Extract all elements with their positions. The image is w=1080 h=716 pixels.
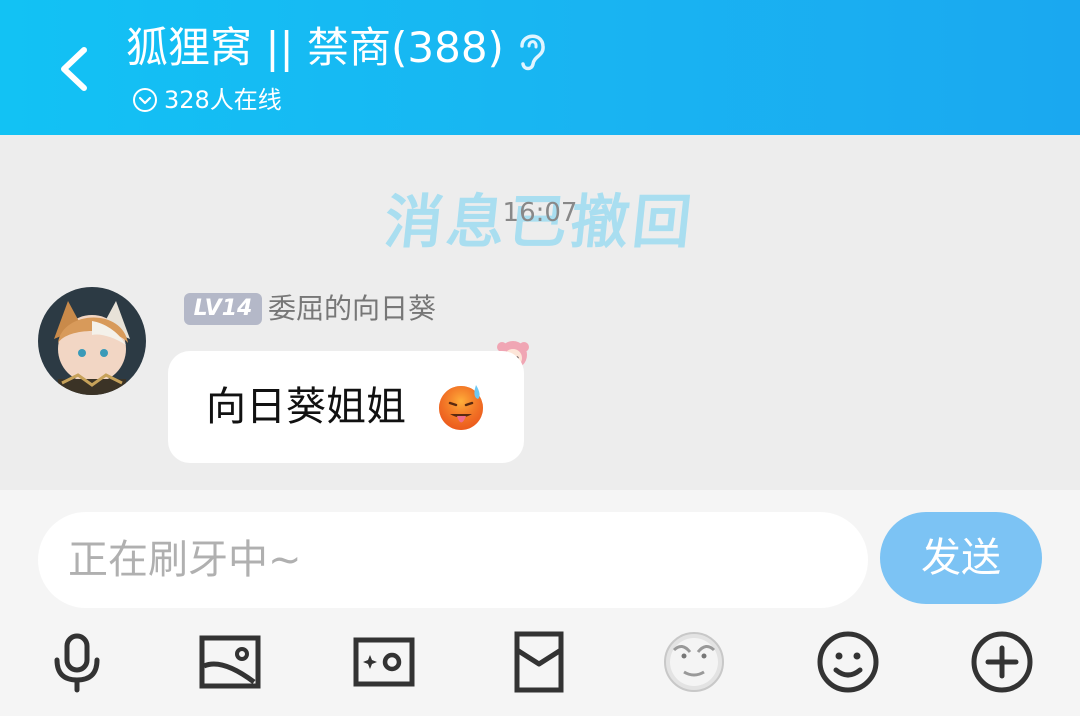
- plus-icon: [971, 631, 1033, 693]
- message-time: 16:07: [502, 198, 578, 228]
- avatar[interactable]: [38, 287, 146, 395]
- sticker-face-icon: [664, 632, 724, 692]
- hot-face-emoji-icon: [439, 385, 483, 430]
- emoji-icon: [817, 631, 879, 693]
- chevron-down-circle-icon: [133, 88, 157, 112]
- message-text: 向日葵姐姐: [206, 384, 406, 430]
- image-button[interactable]: [198, 630, 262, 694]
- message-input[interactable]: [68, 512, 838, 608]
- chat-header: 狐狸窝 || 禁商(388) 328人在线: [0, 0, 1080, 135]
- message-input-wrapper[interactable]: [38, 512, 868, 608]
- sticker-face-button[interactable]: [662, 630, 726, 694]
- level-badge: LV14: [184, 293, 262, 325]
- emoji-button[interactable]: [816, 630, 880, 694]
- send-button[interactable]: 发送: [880, 512, 1042, 604]
- microphone-icon: [54, 633, 100, 693]
- camera-button[interactable]: [352, 630, 416, 694]
- more-button[interactable]: [970, 630, 1034, 694]
- image-icon: [199, 635, 261, 689]
- chevron-left-icon: [61, 47, 87, 91]
- chat-area: 消息已撤回 16:07 LV14 委屈的向日葵 向日葵姐姐: [0, 135, 1080, 490]
- red-packet-icon: [514, 631, 564, 693]
- online-count[interactable]: 328人在线: [132, 84, 282, 116]
- microphone-button[interactable]: [45, 630, 109, 694]
- sender-nickname[interactable]: 委屈的向日葵: [268, 290, 436, 328]
- online-count-label: 328人在线: [164, 86, 282, 114]
- red-packet-button[interactable]: [507, 630, 571, 694]
- recall-notice: 消息已撤回 16:07: [380, 185, 700, 260]
- ear-icon[interactable]: [512, 28, 552, 72]
- group-title[interactable]: 狐狸窝 || 禁商(388): [126, 20, 504, 76]
- message-bubble[interactable]: 向日葵姐姐: [168, 351, 524, 463]
- input-bar: 发送: [0, 490, 1080, 716]
- camera-icon: [353, 637, 415, 687]
- back-button[interactable]: [50, 42, 100, 96]
